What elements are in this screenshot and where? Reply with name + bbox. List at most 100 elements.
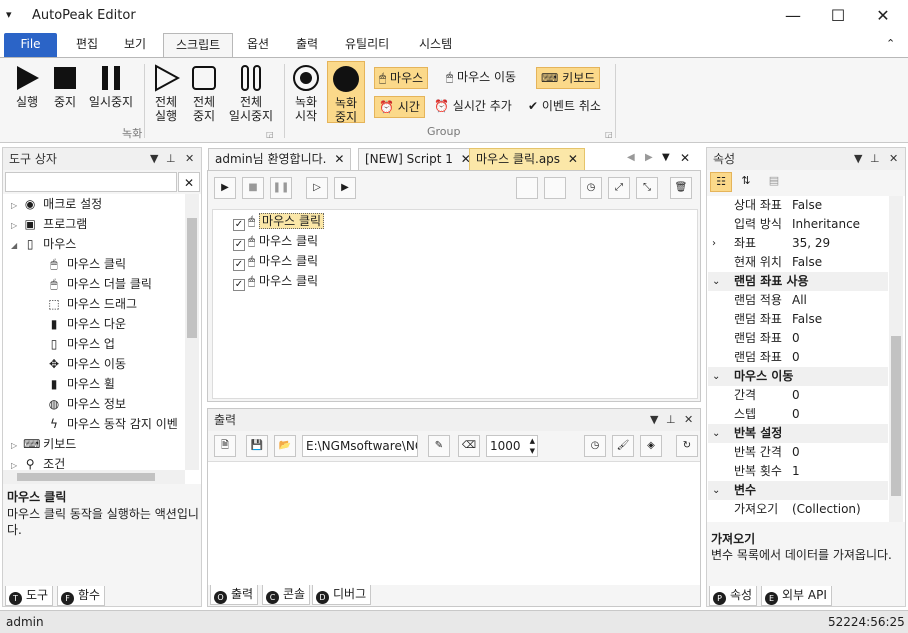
record-stop-button[interactable]: 녹화 중지 [327, 61, 365, 124]
chevron-down-icon[interactable]: ⌄ [712, 272, 720, 291]
scrollbar-thumb[interactable] [187, 218, 197, 338]
property-row[interactable]: › 좌표 35, 29 [708, 234, 888, 253]
tab-functions[interactable]: F 함수 [57, 586, 106, 606]
property-row[interactable]: 가져오기 (Collection) [708, 500, 888, 519]
editor-blank-button-2[interactable] [544, 177, 566, 199]
log-path-input[interactable]: E:\NGMsoftware\NG [302, 435, 418, 457]
script-line[interactable]: ✓ 🖱 마우스 클릭 [233, 211, 325, 231]
dialog-launcher-icon[interactable]: ◲ [266, 130, 274, 139]
property-row[interactable]: 랜덤 좌표 0 [708, 348, 888, 367]
tree-item-program[interactable]: ▷ ▣ 프로그램 [11, 214, 87, 234]
tree-item-mouse-wheel[interactable]: ▮ 마우스 휠 [47, 374, 115, 394]
spinner-icon[interactable]: ▲ ▼ [530, 436, 535, 456]
tab-edit[interactable]: 편집 [64, 33, 110, 58]
tree-item-macro-settings[interactable]: ▷ ◉ 매크로 설정 [11, 194, 102, 214]
property-category[interactable]: ⌄ 마우스 이동 [708, 367, 888, 386]
property-value[interactable]: 0 [792, 386, 800, 405]
tab-system[interactable]: 시스템 [407, 33, 464, 58]
tab-debug[interactable]: D 디버그 [312, 585, 372, 605]
pause-all-button[interactable]: 전체 일시중지 [224, 64, 278, 123]
chevron-down-icon[interactable]: ⌄ [712, 424, 720, 443]
tab-console[interactable]: C 콘솔 [262, 585, 311, 605]
toolbox-search-input[interactable] [5, 172, 177, 192]
maximize-button[interactable]: ☐ [815, 2, 861, 30]
property-value[interactable]: False [792, 196, 822, 215]
checkbox[interactable]: ✓ [233, 219, 245, 231]
editor-run-selected-button[interactable]: ▶ [334, 177, 356, 199]
realtime-add-button[interactable]: ⏰ 실시간 추가 [430, 96, 516, 118]
property-value[interactable]: (Collection) [792, 500, 861, 519]
brush-icon[interactable]: 🖌 [612, 435, 634, 457]
new-log-icon[interactable]: 🗎 [214, 435, 236, 457]
checkbox[interactable]: ✓ [233, 279, 245, 291]
tree-item-mouse[interactable]: ◢ ▯ 마우스 [11, 234, 76, 254]
time-toggle-button[interactable]: ⏰ 시간 [374, 96, 425, 118]
pin-icon[interactable]: ⊥ [666, 409, 676, 431]
refresh-icon[interactable]: ↻ [676, 435, 698, 457]
close-icon[interactable]: ✕ [680, 151, 690, 165]
close-icon[interactable]: ✕ [334, 152, 344, 166]
property-value[interactable]: 0 [792, 329, 800, 348]
tree-item-mouse-down[interactable]: ▮ 마우스 다운 [47, 314, 126, 334]
property-value[interactable]: 0 [792, 443, 800, 462]
editor-blank-button-1[interactable] [516, 177, 538, 199]
editor-pause-button[interactable]: ❚❚ [270, 177, 292, 199]
tree-item-mouse-drag[interactable]: ⬚ 마우스 드래그 [47, 294, 137, 314]
clean-icon[interactable]: ✎ [428, 435, 450, 457]
collapse-icon[interactable]: ⤡ [636, 177, 658, 199]
tab-view[interactable]: 보기 [112, 33, 158, 58]
property-value[interactable]: 0 [792, 348, 800, 367]
clock-icon[interactable]: ◷ [584, 435, 606, 457]
pause-button[interactable]: 일시중지 [86, 64, 136, 109]
mouse-toggle-button[interactable]: 🖱 마우스 [374, 67, 429, 89]
tree-item-mouse-click[interactable]: 🖱 마우스 클릭 [47, 254, 126, 274]
run-all-button[interactable]: 전체 실행 [148, 64, 184, 123]
categorized-icon[interactable]: ☷ [710, 172, 732, 192]
dropdown-icon[interactable]: ▼ [650, 409, 658, 431]
scrollbar-thumb[interactable] [17, 473, 155, 481]
editor-run-button[interactable]: ▶ [214, 177, 236, 199]
dropdown-icon[interactable]: ▼ [150, 148, 158, 170]
tree-item-mouse-double-click[interactable]: 🖱 마우스 더블 클릭 [47, 274, 152, 294]
chevron-down-icon[interactable]: ⌄ [712, 367, 720, 386]
tab-properties[interactable]: P 속성 [709, 586, 758, 606]
eraser-icon[interactable]: ⌫ [458, 435, 480, 457]
dropdown-icon[interactable]: ▼ [854, 148, 862, 170]
property-value[interactable]: Inheritance [792, 215, 860, 234]
property-value[interactable]: 0 [792, 405, 800, 424]
scrollbar-thumb[interactable] [891, 336, 901, 496]
property-scrollbar[interactable] [889, 196, 903, 522]
run-button[interactable]: 실행 [8, 64, 46, 109]
tab-options[interactable]: 옵션 [235, 33, 281, 58]
chevron-right-icon[interactable]: › [712, 234, 716, 253]
editor-stop-button[interactable]: ■ [242, 177, 264, 199]
tab-script[interactable]: 스크립트 [163, 33, 234, 58]
tree-horizontal-scrollbar[interactable] [3, 470, 185, 484]
property-row[interactable]: 입력 방식 Inheritance [708, 215, 888, 234]
checkbox[interactable]: ✓ [233, 259, 245, 271]
scroll-left-icon[interactable]: ◀ [627, 152, 635, 163]
property-value[interactable]: False [792, 253, 822, 272]
close-icon[interactable]: ✕ [889, 148, 898, 170]
tree-item-keyboard[interactable]: ▷ ⌨ 키보드 [11, 434, 76, 454]
script-line[interactable]: ✓ 🖱 마우스 클릭 [233, 251, 318, 271]
tab-utility[interactable]: 유틸리티 [333, 33, 401, 58]
system-menu-icon[interactable]: ▾ [6, 8, 12, 21]
doc-tab-script1[interactable]: [NEW] Script 1 ✕ [358, 148, 478, 170]
property-pages-icon[interactable]: ▤ [763, 172, 785, 192]
doc-tab-mouse-click[interactable]: 마우스 클릭.aps ✕ [469, 148, 585, 170]
editor-step-button[interactable]: ▷ [306, 177, 328, 199]
property-row[interactable]: 랜덤 좌표 0 [708, 329, 888, 348]
close-icon[interactable]: ✕ [568, 152, 578, 166]
property-row[interactable]: 스텝 0 [708, 405, 888, 424]
chevron-down-icon[interactable]: ⌄ [712, 481, 720, 500]
property-category[interactable]: ⌄ 랜덤 좌표 사용 [708, 272, 888, 291]
output-log-area[interactable] [208, 461, 700, 585]
close-button[interactable]: ✕ [860, 2, 906, 30]
tab-file[interactable]: File [4, 33, 57, 58]
line-count-input[interactable]: 1000 ▲ ▼ [486, 435, 538, 457]
script-line[interactable]: ✓ 🖱 마우스 클릭 [233, 231, 318, 251]
stop-button[interactable]: 중지 [48, 64, 82, 109]
keyboard-toggle-button[interactable]: ⌨ 키보드 [536, 67, 601, 89]
close-icon[interactable]: ✕ [684, 409, 693, 431]
